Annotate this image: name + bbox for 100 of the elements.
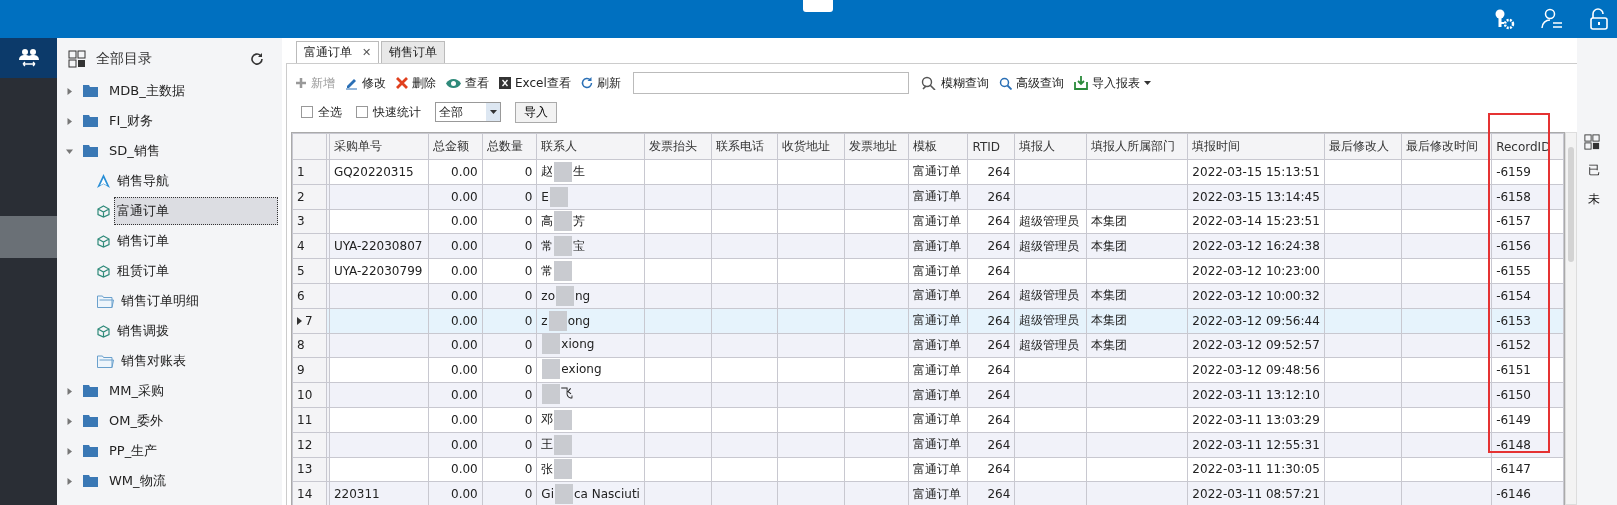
cube-icon — [97, 204, 110, 218]
lock-icon[interactable] — [1589, 8, 1609, 30]
table-cell: 0.00 — [451, 338, 478, 353]
column-header[interactable]: RTID — [967, 133, 1015, 160]
tree-item[interactable]: 销售导航 — [114, 167, 172, 195]
table-cell: 富通订单 — [912, 437, 961, 452]
table-cell: 264 — [987, 462, 1011, 477]
column-header[interactable]: 总数量 — [482, 133, 537, 160]
column-header[interactable]: 发票抬头 — [644, 133, 712, 160]
toolbar-button[interactable]: 查看 — [444, 74, 491, 92]
table-cell: 0 — [524, 313, 533, 328]
tree-item[interactable]: OM_委外 — [106, 407, 166, 435]
column-header[interactable]: 联系人 — [536, 133, 645, 160]
table-cell: 生 — [573, 163, 586, 181]
column-header[interactable]: 总金额 — [428, 133, 483, 160]
column-header[interactable]: 模板 — [908, 133, 968, 160]
table-cell: 2022-03-12 09:48:56 — [1192, 363, 1320, 378]
search-field[interactable] — [632, 72, 909, 94]
table-cell: 2022-03-12 10:00:32 — [1192, 288, 1320, 303]
table-cell: 2022-03-11 12:55:31 — [1192, 437, 1320, 452]
table-cell: 0.00 — [451, 462, 478, 477]
caret-down-icon — [1143, 80, 1151, 86]
redaction-mark — [554, 261, 573, 282]
folder-outline-icon — [97, 354, 114, 368]
panel-item[interactable]: 未 — [1584, 191, 1600, 208]
tree-item[interactable]: MM_采购 — [106, 377, 167, 405]
table-cell: 0.00 — [451, 487, 478, 502]
caret-right-icon[interactable] — [66, 387, 73, 395]
table-cell: 宝 — [573, 237, 586, 255]
grid-icon[interactable] — [1584, 134, 1600, 150]
user-switch-icon[interactable] — [1541, 8, 1563, 30]
column-header[interactable]: 收货地址 — [777, 133, 845, 160]
tab[interactable]: 销售订单 — [381, 41, 446, 63]
tree-item[interactable]: 销售订单明细 — [118, 287, 202, 315]
toolbar-button[interactable]: 删除 — [394, 74, 438, 92]
table-cell: 0 — [524, 164, 533, 179]
caret-right-icon[interactable] — [66, 447, 73, 455]
table-cell: 0 — [524, 437, 533, 452]
users-icon[interactable] — [17, 48, 40, 68]
table-cell: 富通订单 — [912, 164, 961, 179]
tree-item[interactable]: PP_生产 — [106, 437, 161, 465]
toolbar-button[interactable]: 导入报表 — [1071, 74, 1153, 92]
tree-item[interactable]: 销售调拨 — [114, 317, 172, 345]
table-cell: 264 — [987, 388, 1011, 403]
table-cell: 0.00 — [451, 189, 478, 204]
caret-right-icon[interactable] — [66, 87, 73, 95]
column-header[interactable]: 填报人 — [1014, 133, 1087, 160]
caret-right-icon[interactable] — [66, 417, 73, 425]
cube-icon — [97, 234, 110, 248]
tree-item[interactable]: FI_财务 — [106, 107, 156, 135]
caret-right-icon[interactable] — [66, 117, 73, 125]
key-gear-icon[interactable] — [1493, 8, 1515, 30]
tree-item[interactable]: WM_物流 — [106, 467, 169, 495]
cube-icon — [97, 264, 110, 278]
toolbar-button[interactable]: Excel查看 — [497, 74, 573, 92]
tree-item[interactable]: 富通订单 — [114, 197, 278, 225]
tree-item[interactable]: SD_销售 — [106, 137, 163, 165]
table-cell: GQ20220315 — [333, 164, 414, 179]
import-button[interactable]: 导入 — [515, 101, 557, 123]
table-cell: 0 — [524, 363, 533, 378]
column-header[interactable]: 最后修改人 — [1324, 133, 1402, 160]
toolbar-button[interactable]: 高级查询 — [996, 74, 1066, 92]
select-all-checkbox[interactable]: 全选 — [301, 103, 342, 121]
table-cell: 0 — [524, 338, 533, 353]
quick-stats-checkbox[interactable]: 快速统计 — [356, 103, 421, 121]
column-header[interactable]: 发票地址 — [844, 133, 909, 160]
eye-icon — [446, 77, 461, 89]
tree-item[interactable]: MDB_主数据 — [106, 77, 188, 105]
navigation-icon — [97, 174, 110, 188]
column-header[interactable]: 填报人所属部门 — [1086, 133, 1188, 160]
scope-dropdown[interactable]: 全部 — [435, 102, 501, 122]
tab[interactable]: 富通订单 ✕ — [296, 41, 380, 63]
grid-icon — [68, 50, 86, 68]
close-icon[interactable]: ✕ — [362, 46, 372, 59]
panel-item[interactable]: 已 — [1584, 162, 1600, 179]
column-header[interactable]: 填报时间 — [1187, 133, 1325, 160]
table-cell: 220311 — [333, 487, 380, 502]
toolbar-button[interactable]: 模糊查询 — [918, 74, 991, 92]
row-number: 12 — [297, 437, 313, 452]
toolbar-button[interactable]: 修改 — [343, 74, 388, 92]
column-header[interactable]: 采购单号 — [329, 133, 429, 160]
caret-right-icon[interactable] — [66, 477, 73, 485]
table-cell: Gi — [541, 487, 554, 502]
toolbar-button[interactable]: 刷新 — [578, 74, 623, 92]
cross-icon — [396, 77, 408, 89]
tree-item[interactable]: 销售对账表 — [118, 347, 189, 375]
table-cell: 0.00 — [451, 264, 478, 279]
table-cell: 2022-03-15 15:13:51 — [1192, 164, 1320, 179]
caret-down-icon[interactable] — [66, 147, 73, 155]
pencil-icon — [345, 76, 358, 90]
row-number: 2 — [297, 189, 305, 204]
column-header[interactable]: 联系电话 — [711, 133, 778, 160]
tree-item[interactable]: 销售订单 — [114, 227, 172, 255]
column-header[interactable]: 最后修改时间 — [1401, 133, 1492, 160]
table-cell: 0.00 — [451, 288, 478, 303]
table-cell: -6149 — [1496, 412, 1531, 427]
refresh-icon[interactable] — [250, 52, 264, 66]
tree-item[interactable]: 租赁订单 — [114, 257, 172, 285]
folder-icon — [83, 445, 98, 457]
search-icon — [998, 76, 1012, 90]
